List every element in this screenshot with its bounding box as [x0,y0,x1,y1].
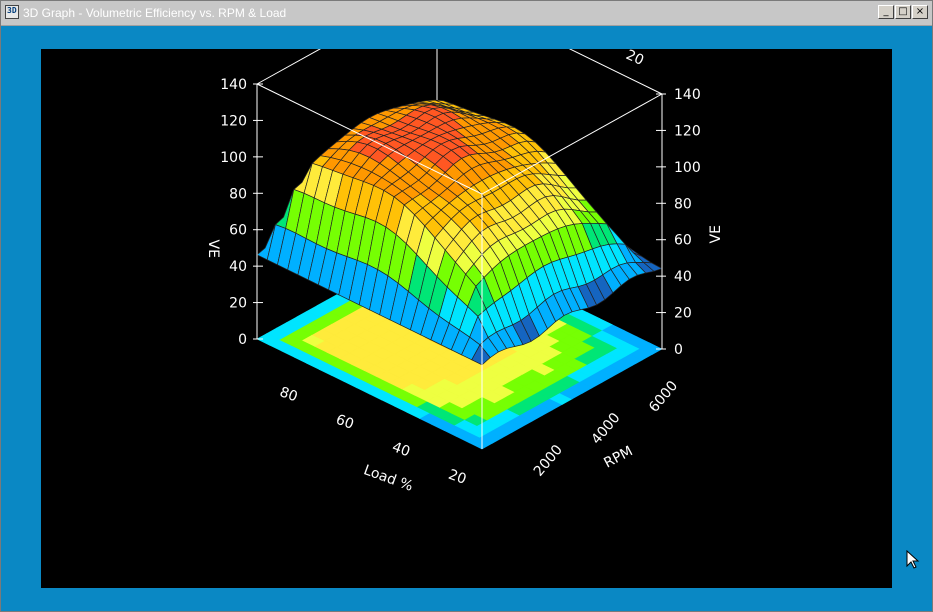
graph-app-icon-glyph: 3D [7,6,17,15]
load-bottom-tick-label: 80 [277,384,299,405]
window-title: 3D Graph - Volumetric Efficiency vs. RPM… [23,6,287,20]
rpm-bottom-tick-label: 2000 [531,442,566,480]
window-controls: _ □ × [878,5,928,21]
ve-tick-label-right: 100 [674,160,701,176]
graph-window: 3D 3D Graph - Volumetric Efficiency vs. … [0,0,933,612]
rpm-bottom-tick-label: 6000 [646,378,681,416]
rpm-bottom-axis-label: RPM [601,443,635,471]
ve-tick-label-right: 60 [674,233,692,249]
title-bar[interactable]: 3D 3D Graph - Volumetric Efficiency vs. … [1,1,932,26]
load-bottom-tick-label: 20 [446,467,468,488]
ve-tick-label-left: 120 [220,113,247,129]
graph-app-icon[interactable]: 3D [5,5,19,19]
load-bottom-tick-label: 40 [390,439,412,460]
ve-tick-label-right: 40 [674,269,692,285]
ve-tick-label-right: 0 [674,342,683,358]
ve-tick-label-left: 60 [229,223,247,239]
ve-tick-label-left: 140 [220,77,247,93]
ve-tick-label-right: 20 [674,306,692,322]
box-edge [256,49,322,85]
close-button[interactable]: × [912,5,928,19]
ve-tick-label-left: 40 [229,259,247,275]
mouse-cursor-icon [906,550,920,569]
3d-surface-plot[interactable]: 0 0 20 20 40 40 60 60 80 80 100 100 120 120 140 140 VE VE… [41,49,892,588]
load-bottom-axis-label: Load % [361,462,415,495]
ve-tick-label-left: 100 [220,150,247,166]
ve-tick-label-left: 80 [229,186,247,202]
load-bottom-tick-label: 60 [334,412,356,433]
load-top-tick-label: 20 [623,49,646,69]
maximize-button[interactable]: □ [895,5,911,19]
ve-tick-label-right: 80 [674,196,692,212]
minimize-button[interactable]: _ [878,5,894,19]
rpm-bottom-tick-label: 4000 [588,410,623,448]
ve-tick-label-right: 140 [674,87,701,103]
ve-axis-label-right: VE [708,225,724,243]
ve-tick-label-left: 20 [229,296,247,312]
ve-axis-label-left: VE [205,240,221,258]
ve-tick-label-right: 120 [674,123,701,139]
ve-tick-label-left: 0 [238,332,247,348]
3d-graph-canvas[interactable]: 0 0 20 20 40 40 60 60 80 80 100 100 120 120 140 140 VE VE… [41,49,892,588]
